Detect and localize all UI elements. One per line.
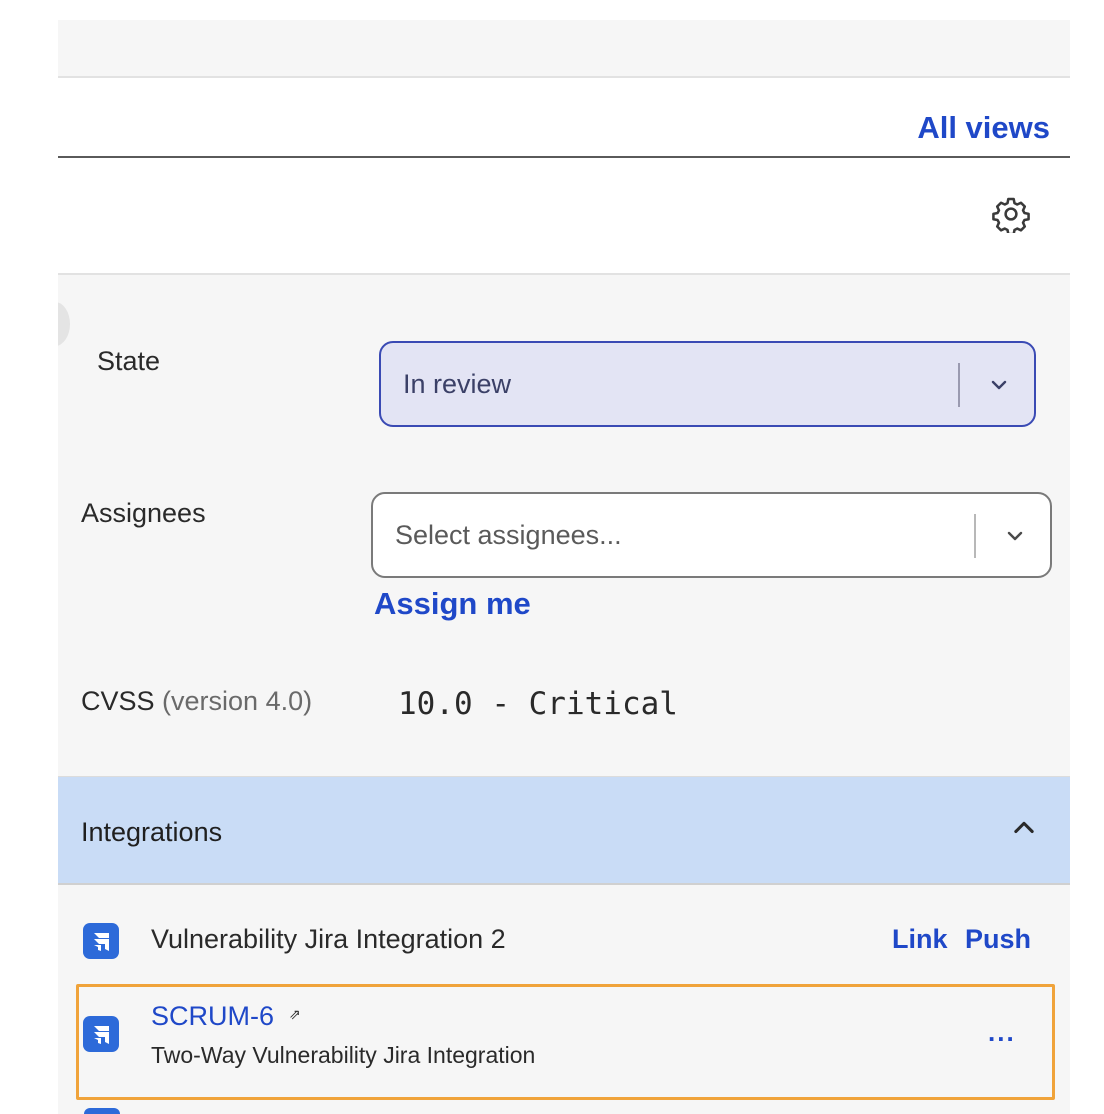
select-divider xyxy=(974,514,976,558)
views-bar: All views xyxy=(58,80,1070,158)
cvss-label: CVSS (version 4.0) xyxy=(81,686,312,717)
assignees-select[interactable]: Select assignees... xyxy=(371,492,1052,578)
push-button[interactable]: Push xyxy=(965,924,1031,955)
state-value: In review xyxy=(403,368,512,399)
gear-icon[interactable] xyxy=(992,195,1030,233)
jira-icon xyxy=(83,923,119,959)
integrations-section-header[interactable]: Integrations xyxy=(58,777,1070,885)
vulnerability-details-panel: All views State In review Assignees Sele… xyxy=(58,20,1070,1114)
state-select[interactable]: In review xyxy=(379,341,1036,427)
cvss-score: 10.0 - Critical xyxy=(398,686,678,722)
chevron-down-icon xyxy=(991,380,1007,390)
issue-integration-name: Two-Way Vulnerability Jira Integration xyxy=(151,1042,536,1068)
more-actions-button[interactable]: ... xyxy=(988,1017,1016,1048)
all-views-link[interactable]: All views xyxy=(917,110,1050,146)
link-button[interactable]: Link xyxy=(892,924,948,955)
settings-bar xyxy=(58,158,1070,275)
jira-icon xyxy=(84,1108,120,1114)
issue-key-link[interactable]: SCRUM-6 xyxy=(151,1001,274,1032)
chevron-down-icon xyxy=(1007,531,1023,541)
top-strip xyxy=(58,20,1070,78)
assignees-placeholder: Select assignees... xyxy=(395,519,622,550)
select-divider xyxy=(958,363,960,407)
integrations-title: Integrations xyxy=(81,817,223,847)
cvss-label-text: CVSS xyxy=(81,686,155,716)
state-label: State xyxy=(97,346,161,376)
assignees-label: Assignees xyxy=(81,498,206,528)
chevron-up-icon xyxy=(1014,821,1034,834)
integration-name: Vulnerability Jira Integration 2 xyxy=(151,924,506,954)
external-link-icon: ⇗ xyxy=(289,1006,301,1022)
assign-me-link[interactable]: Assign me xyxy=(374,586,531,622)
jira-icon xyxy=(83,1016,119,1052)
cvss-version: (version 4.0) xyxy=(162,686,313,716)
